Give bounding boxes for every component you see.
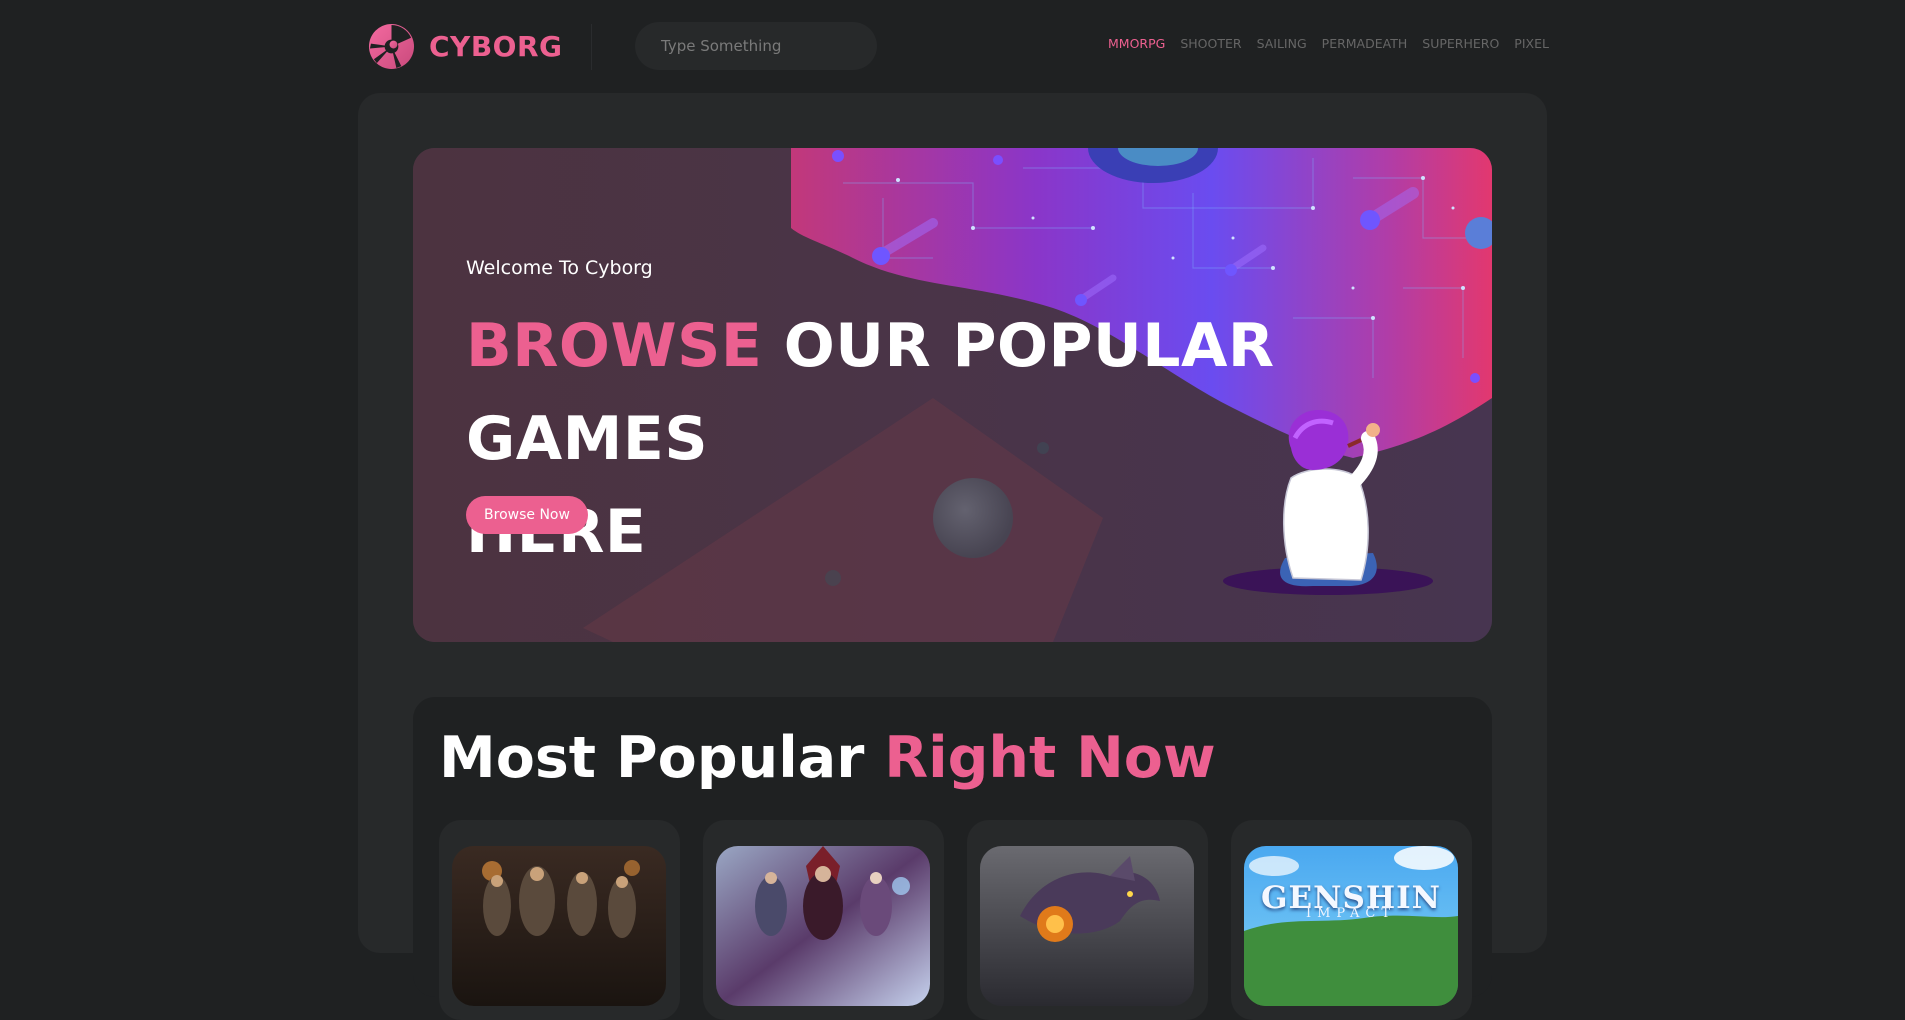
top-header: CYBORG MMORPG SHOOTER SAILING PERMADEATH… [0,0,1905,92]
hero-title-highlight: BROWSE [466,311,763,381]
game-card[interactable]: GENSHIN IMPACT [1231,820,1472,1020]
genshin-impact-logo-art [1244,846,1458,1006]
most-popular-heading: Most Popular Right Now [439,723,1216,793]
nav-item-pixel[interactable]: PIXEL [1514,36,1549,51]
dragon-creature-art [980,846,1194,1006]
game-title-logo-subtext: IMPACT [1305,906,1396,921]
game-card[interactable] [703,820,944,1020]
brand-logo[interactable]: CYBORG [368,21,563,71]
game-thumbnail[interactable] [980,846,1194,1006]
nav-item-superhero[interactable]: SUPERHERO [1422,36,1499,51]
dark-fantasy-heroes-art [452,846,666,1006]
game-thumbnail[interactable] [452,846,666,1006]
browse-now-button[interactable]: Browse Now [466,496,588,534]
game-thumbnail[interactable]: GENSHIN IMPACT [1244,846,1458,1006]
game-thumbnail[interactable] [716,846,930,1006]
nav-item-sailing[interactable]: SAILING [1257,36,1307,51]
nav-item-shooter[interactable]: SHOOTER [1180,36,1241,51]
heading-white-part: Most Popular [439,725,865,791]
game-card[interactable] [439,820,680,1020]
hero-subtitle: Welcome To Cyborg [466,257,653,279]
game-card[interactable] [967,820,1208,1020]
category-nav: MMORPG SHOOTER SAILING PERMADEATH SUPERH… [1108,36,1549,51]
hero-banner: Welcome To Cyborg BROWSE OUR POPULAR GAM… [413,148,1492,642]
heading-pink-part: Right Now [884,725,1216,791]
most-popular-section: Most Popular Right Now GENSHIN IMPACT [413,697,1492,1020]
hero-title: BROWSE OUR POPULAR GAMES HERE [466,300,1426,579]
brand-name: CYBORG [429,29,563,63]
nav-item-permadeath[interactable]: PERMADEATH [1322,36,1408,51]
multi-hero-battle-art [716,846,930,1006]
search-input[interactable] [659,36,859,56]
header-divider [591,24,592,70]
cyborg-logo-icon [368,23,415,69]
search-box[interactable] [635,22,877,70]
nav-item-mmorpg[interactable]: MMORPG [1108,36,1165,51]
